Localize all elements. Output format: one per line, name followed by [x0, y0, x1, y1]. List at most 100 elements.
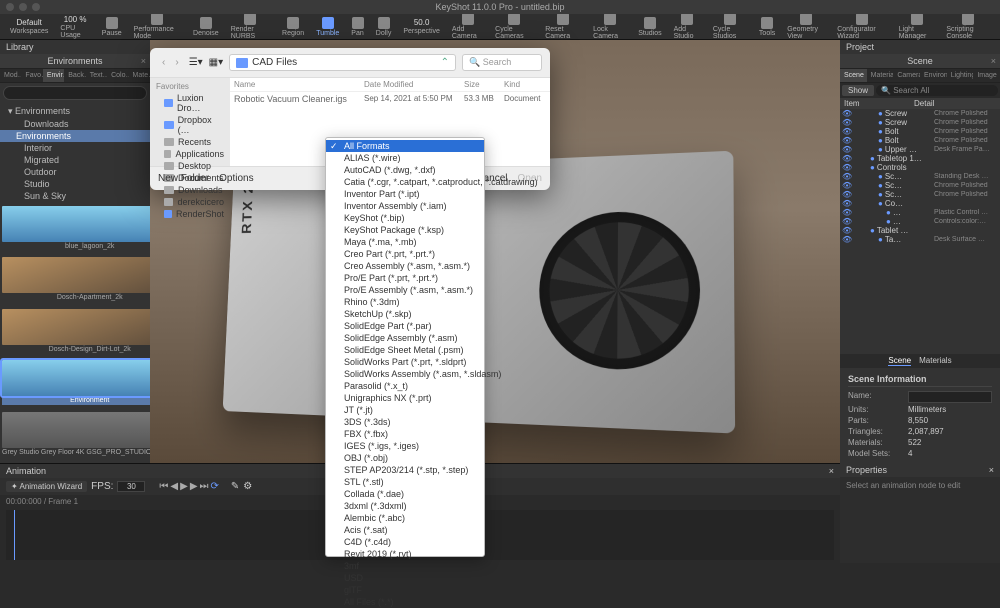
format-option[interactable]: STEP AP203/214 (*.stp, *.step)	[326, 464, 484, 476]
skip-end-icon[interactable]: ⏭	[200, 481, 209, 492]
tree-item[interactable]: Migrated	[0, 154, 150, 166]
render-nurbs-button[interactable]: Render NURBS	[225, 13, 276, 40]
window-controls[interactable]	[6, 3, 40, 11]
library-tab[interactable]: Colo…	[107, 69, 128, 82]
tumble-button[interactable]: Tumble	[310, 17, 345, 37]
geometry-view-button[interactable]: Geometry View	[781, 13, 831, 40]
format-option[interactable]: SolidWorks Assembly (*.asm, *.sldasm)	[326, 368, 484, 380]
scene-tab[interactable]: Lighting	[947, 69, 974, 82]
perspective-control[interactable]: 50.0Perspective	[397, 18, 446, 35]
sidebar-favorite[interactable]: Applications	[150, 148, 230, 160]
tab-materials[interactable]: Materials	[919, 356, 951, 366]
format-option[interactable]: Collada (*.dae)	[326, 488, 484, 500]
scene-row[interactable]: 👁●Sc…Standing Desk …	[840, 172, 1000, 181]
scene-row[interactable]: 👁●ScrewChrome Polished	[840, 109, 1000, 118]
reset-camera-button[interactable]: Reset Camera	[539, 13, 587, 40]
library-tab[interactable]: Back…	[64, 69, 85, 82]
skip-start-icon[interactable]: ⏮	[159, 481, 168, 492]
format-option[interactable]: C4D (*.c4d)	[326, 536, 484, 548]
library-search-input[interactable]	[3, 86, 147, 100]
library-tab[interactable]: Favo…	[21, 69, 42, 82]
sidebar-favorite[interactable]: Recents	[150, 136, 230, 148]
loop-icon[interactable]: ⟳	[211, 481, 219, 492]
show-toggle[interactable]: Show	[842, 85, 874, 96]
format-option[interactable]: Parasolid (*.x_t)	[326, 380, 484, 392]
location-dropdown[interactable]: CAD Files⌃	[229, 54, 456, 71]
file-search-input[interactable]: 🔍 Search	[462, 54, 542, 71]
format-option[interactable]: SolidEdge Part (*.par)	[326, 320, 484, 332]
configurator-button[interactable]: Configurator Wizard	[831, 13, 893, 40]
scene-row[interactable]: 👁●Ta…Desk Surface …	[840, 235, 1000, 244]
format-option[interactable]: Alembic (*.abc)	[326, 512, 484, 524]
animation-wizard-button[interactable]: ✦ Animation Wizard	[6, 481, 87, 492]
close-icon[interactable]: ×	[989, 465, 994, 475]
scene-row[interactable]: 👁●Sc…Chrome Polished	[840, 181, 1000, 190]
format-option[interactable]: IGES (*.igs, *.iges)	[326, 440, 484, 452]
scene-tab[interactable]: Image	[973, 69, 1000, 82]
scene-row[interactable]: 👁●ScrewChrome Polished	[840, 118, 1000, 127]
cycle-studios-button[interactable]: Cycle Studios	[707, 13, 753, 40]
step-fwd-icon[interactable]: ▶	[190, 481, 198, 492]
format-option[interactable]: Pro/E Assembly (*.asm, *.asm.*)	[326, 284, 484, 296]
format-option[interactable]: glTF	[326, 584, 484, 596]
lock-camera-button[interactable]: Lock Camera	[587, 13, 632, 40]
tree-root[interactable]: ▾ Environments	[0, 105, 150, 118]
perf-mode-button[interactable]: Performance Mode	[128, 13, 187, 40]
scene-tab[interactable]: Material	[867, 69, 894, 82]
tree-item[interactable]: Studio	[0, 178, 150, 190]
workspace-select[interactable]: DefaultWorkspaces	[4, 18, 54, 35]
col-item[interactable]: Item	[844, 99, 914, 108]
format-option[interactable]: All Formats	[326, 140, 484, 152]
format-option[interactable]: Pro/E Part (*.prt, *.prt.*)	[326, 272, 484, 284]
format-option[interactable]: Rhino (*.3dm)	[326, 296, 484, 308]
back-icon[interactable]: ‹	[158, 55, 169, 70]
new-folder-button[interactable]: New Folder	[158, 173, 209, 184]
format-option[interactable]: Catia (*.cgr, *.catpart, *.catproduct, *…	[326, 176, 484, 188]
options-button[interactable]: Options	[219, 173, 253, 184]
view-list-icon[interactable]: ☰▾	[189, 57, 203, 68]
format-option[interactable]: Inventor Part (*.ipt)	[326, 188, 484, 200]
tree-item[interactable]: Environments	[0, 130, 150, 142]
scene-row[interactable]: 👁●BoltChrome Polished	[840, 127, 1000, 136]
scene-row[interactable]: 👁●Co…	[840, 199, 1000, 208]
format-option[interactable]: SolidEdge Assembly (*.asm)	[326, 332, 484, 344]
format-option[interactable]: Acis (*.sat)	[326, 524, 484, 536]
library-tab[interactable]: Mate…	[129, 69, 150, 82]
format-option[interactable]: KeyShot (*.bip)	[326, 212, 484, 224]
format-option[interactable]: Revit 2019 (*.rvt)	[326, 548, 484, 560]
tree-item[interactable]: Interior	[0, 142, 150, 154]
scene-name-input[interactable]	[908, 391, 992, 403]
scene-search-input[interactable]: 🔍 Search All	[876, 85, 998, 96]
pause-button[interactable]: Pause	[96, 17, 128, 37]
pan-button[interactable]: Pan	[345, 17, 369, 37]
col-detail[interactable]: Detail	[914, 99, 934, 108]
close-icon[interactable]: ×	[141, 56, 146, 66]
format-option[interactable]: AutoCAD (*.dwg, *.dxf)	[326, 164, 484, 176]
format-option[interactable]: Unigraphics NX (*.prt)	[326, 392, 484, 404]
env-thumb[interactable]: Environment	[2, 360, 150, 409]
sidebar-favorite[interactable]: Downloads	[150, 184, 230, 196]
dolly-button[interactable]: Dolly	[370, 17, 398, 37]
sidebar-favorite[interactable]: Dropbox (…	[150, 114, 230, 136]
sidebar-favorite[interactable]: RenderShot	[150, 208, 230, 220]
tree-item[interactable]: Sun & Sky	[0, 190, 150, 202]
tab-scene[interactable]: Scene	[888, 356, 911, 366]
format-option[interactable]: All Files (*.*)	[326, 596, 484, 608]
scene-row[interactable]: 👁●…Controls:color:…	[840, 217, 1000, 226]
format-option[interactable]: USD	[326, 572, 484, 584]
scene-tab[interactable]: Scene	[840, 69, 867, 82]
view-grid-icon[interactable]: ▦▾	[209, 57, 223, 68]
format-option[interactable]: 3mf	[326, 560, 484, 572]
play-icon[interactable]: ▶	[180, 481, 188, 492]
sidebar-favorite[interactable]: derekcicero	[150, 196, 230, 208]
format-option[interactable]: FBX (*.fbx)	[326, 428, 484, 440]
region-button[interactable]: Region	[276, 17, 310, 37]
scene-row[interactable]: 👁●Controls	[840, 163, 1000, 172]
cpu-usage[interactable]: 100 %CPU Usage	[54, 15, 95, 39]
scene-row[interactable]: 👁●Sc…Chrome Polished	[840, 190, 1000, 199]
format-option[interactable]: SketchUp (*.skp)	[326, 308, 484, 320]
format-option[interactable]: 3dxml (*.3dxml)	[326, 500, 484, 512]
format-option[interactable]: Creo Part (*.prt, *.prt.*)	[326, 248, 484, 260]
cycle-cameras-button[interactable]: Cycle Cameras	[489, 13, 539, 40]
format-option[interactable]: SolidWorks Part (*.prt, *.sldprt)	[326, 356, 484, 368]
